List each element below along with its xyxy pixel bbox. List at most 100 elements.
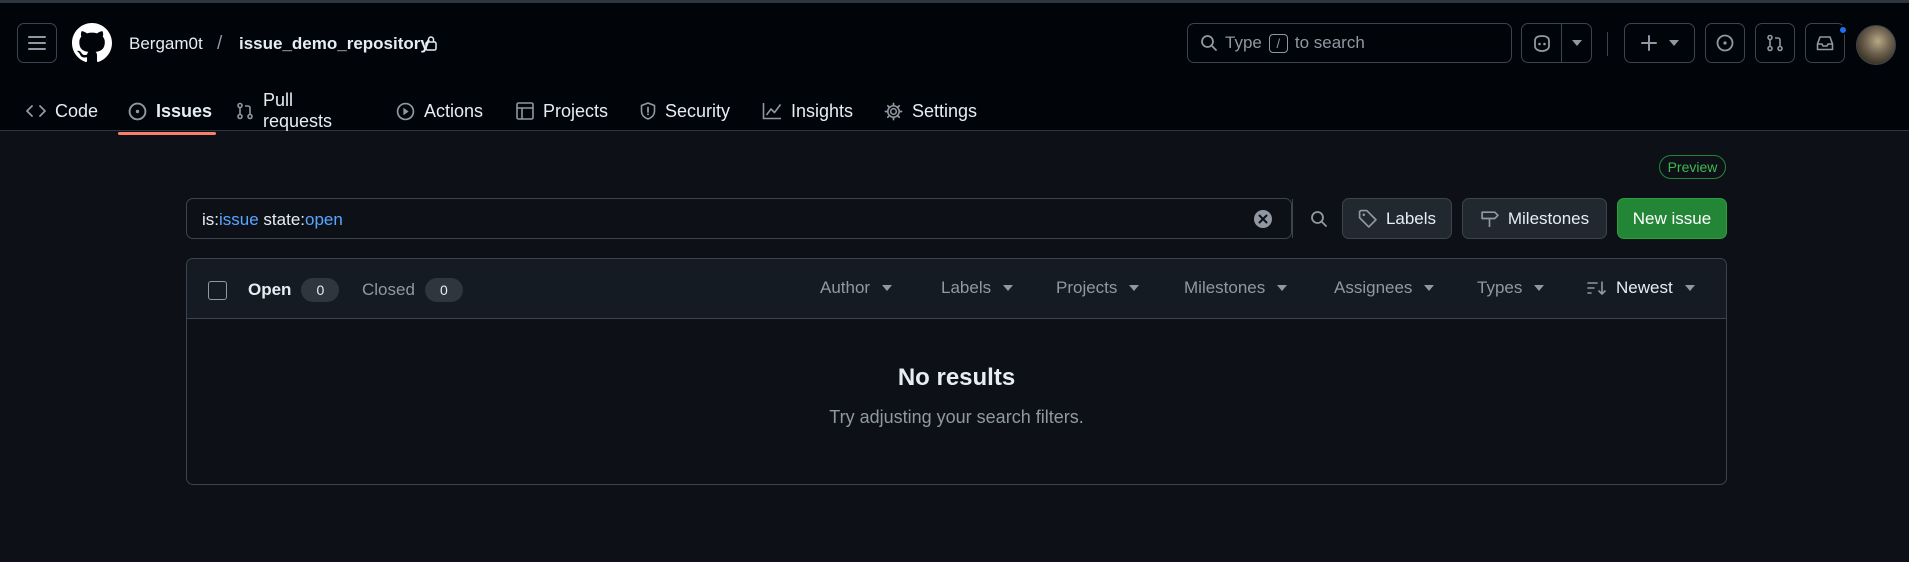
closed-tab[interactable]: Closed 0 — [362, 278, 463, 302]
tab-issues[interactable]: Issues — [128, 89, 212, 133]
triangle-down-icon — [1277, 285, 1288, 291]
copilot-dropdown-button[interactable] — [1561, 23, 1592, 63]
closed-label: Closed — [362, 280, 415, 299]
menu-button[interactable] — [17, 23, 57, 63]
tab-settings-label: Settings — [912, 100, 978, 121]
search-icon — [1311, 210, 1327, 227]
issues-button[interactable] — [1705, 23, 1745, 63]
types-filter[interactable]: Types — [1477, 278, 1545, 298]
sort-label: Newest — [1616, 278, 1673, 297]
slash-key-hint: / — [1268, 33, 1288, 53]
global-header: Bergam0t / issue_demo_repository Type / … — [0, 3, 1909, 135]
filter-search-button[interactable] — [1299, 199, 1339, 238]
repo-link[interactable]: issue_demo_repository — [239, 34, 430, 54]
new-issue-button-label: New issue — [1632, 208, 1712, 228]
assignees-filter[interactable]: Assignees — [1334, 278, 1435, 298]
tab-security[interactable]: Security — [640, 89, 730, 133]
filter-divider — [1292, 199, 1293, 238]
sort-dropdown[interactable]: Newest — [1587, 278, 1695, 298]
lock-icon — [425, 36, 437, 51]
active-tab-underline — [118, 132, 216, 135]
new-issue-button[interactable]: New issue — [1617, 198, 1727, 239]
open-label: Open — [248, 280, 292, 299]
tab-actions-label: Actions — [424, 100, 484, 121]
inbox-icon — [1816, 36, 1834, 51]
tab-pull-requests[interactable]: Pull requests — [236, 89, 332, 133]
labels-filter[interactable]: Labels — [941, 278, 1014, 298]
plus-icon — [1640, 35, 1657, 51]
filter-query: is:issue state:open — [202, 210, 343, 230]
filter-value-issue: issue — [219, 210, 259, 229]
projects-filter-label: Projects — [1056, 278, 1118, 297]
tab-settings[interactable]: Settings — [884, 89, 977, 133]
tab-actions[interactable]: Actions — [396, 89, 483, 133]
author-filter[interactable]: Author — [820, 278, 893, 298]
avatar[interactable] — [1856, 25, 1896, 65]
tab-security-label: Security — [665, 100, 731, 121]
empty-state-subtitle: Try adjusting your search filters. — [829, 407, 1084, 427]
git-pull-request-icon — [237, 102, 253, 120]
issue-opened-icon — [1716, 34, 1734, 52]
global-search-input[interactable]: Type / to search — [1187, 23, 1512, 63]
search-placeholder-after: to search — [1294, 33, 1365, 52]
issue-filter-input[interactable]: is:issue state:open — [186, 198, 1327, 239]
gear-icon — [884, 102, 903, 120]
code-icon — [26, 105, 46, 117]
triangle-down-icon — [1668, 40, 1679, 46]
header-divider — [1607, 32, 1608, 56]
tab-projects-label: Projects — [543, 100, 609, 121]
empty-state-title: No results — [897, 364, 1016, 391]
preview-badge[interactable]: Preview — [1659, 155, 1726, 179]
author-filter-label: Author — [820, 278, 871, 297]
triangle-down-icon — [1571, 40, 1582, 46]
issues-list-header: Open 0 Closed 0 Author Labels Projects M… — [187, 259, 1726, 319]
tab-code-label: Code — [55, 100, 99, 121]
labels-button-label: Labels — [1385, 208, 1437, 228]
copilot-button[interactable] — [1521, 23, 1562, 63]
open-tab[interactable]: Open 0 — [248, 278, 340, 302]
triangle-down-icon — [882, 285, 893, 291]
projects-filter[interactable]: Projects — [1056, 278, 1140, 298]
owner-link[interactable]: Bergam0t — [129, 34, 203, 54]
play-icon — [396, 102, 415, 120]
github-logo-icon[interactable] — [72, 23, 112, 63]
tab-insights-label: Insights — [791, 100, 854, 121]
pull-requests-button[interactable] — [1755, 23, 1795, 63]
tab-pull-requests-label: Pull requests — [263, 90, 333, 131]
tab-code[interactable]: Code — [26, 89, 98, 133]
tag-icon — [1358, 209, 1377, 228]
labels-button[interactable]: Labels — [1342, 198, 1452, 239]
tab-insights[interactable]: Insights — [762, 89, 853, 133]
triangle-down-icon — [1003, 285, 1014, 291]
search-placeholder-before: Type — [1225, 33, 1262, 52]
clear-filter-icon[interactable] — [1253, 209, 1273, 229]
assignees-filter-label: Assignees — [1334, 278, 1413, 297]
path-separator: / — [217, 33, 223, 54]
graph-icon — [762, 103, 782, 120]
table-icon — [516, 102, 534, 120]
labels-filter-label: Labels — [941, 278, 992, 297]
select-all-checkbox[interactable] — [208, 281, 227, 300]
filter-key-state: state: — [263, 210, 306, 229]
shield-icon — [640, 102, 656, 120]
hamburger-icon — [28, 36, 46, 50]
closed-count: 0 — [424, 278, 463, 302]
types-filter-label: Types — [1477, 278, 1523, 297]
tab-issues-label: Issues — [156, 100, 213, 121]
issue-opened-icon — [128, 102, 147, 120]
tab-projects[interactable]: Projects — [516, 89, 608, 133]
milestones-button[interactable]: Milestones — [1462, 198, 1607, 239]
copilot-icon — [1533, 35, 1550, 52]
milestones-button-label: Milestones — [1507, 208, 1590, 228]
milestones-filter[interactable]: Milestones — [1184, 278, 1288, 298]
git-pull-request-icon — [1767, 34, 1783, 52]
triangle-down-icon — [1424, 285, 1435, 291]
create-new-button[interactable] — [1624, 23, 1695, 63]
open-count: 0 — [301, 278, 340, 302]
milestones-filter-label: Milestones — [1184, 278, 1266, 297]
triangle-down-icon — [1684, 285, 1695, 291]
notification-indicator — [1838, 25, 1848, 35]
milestone-icon — [1481, 211, 1499, 227]
filter-value-open: open — [305, 210, 343, 229]
triangle-down-icon — [1534, 285, 1545, 291]
